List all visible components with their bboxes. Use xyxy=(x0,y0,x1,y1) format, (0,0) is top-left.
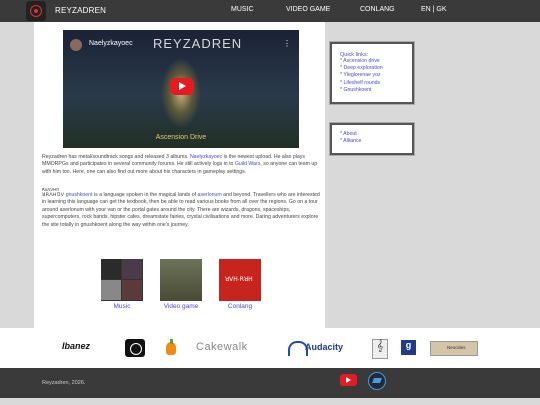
channel-name[interactable]: Naelyzkayoec xyxy=(89,40,133,47)
channel-avatar[interactable] xyxy=(70,39,82,51)
music-album-grid[interactable] xyxy=(101,259,143,301)
quick-link-gnushkoent[interactable]: * Gnushkoent xyxy=(340,87,383,94)
about-links-box: * About * Alliance xyxy=(329,122,415,156)
alliance-link[interactable]: * Alliance xyxy=(340,138,361,145)
album-cover-3 xyxy=(101,280,121,300)
quick-links-box: Quick links: * Ascension drive * Deep ex… xyxy=(329,41,415,105)
audacity-logo[interactable]: Audacity xyxy=(288,339,356,357)
conlang-label[interactable]: Conlang xyxy=(210,303,270,310)
nav-conlang[interactable]: CONLANG xyxy=(360,6,395,13)
nav-video-game[interactable]: VIDEO GAME xyxy=(286,6,330,13)
site-brand[interactable]: REYZADREN xyxy=(55,6,106,15)
quick-link-lifeshelf-rounds[interactable]: * Lifeshelf rounds xyxy=(340,80,383,87)
video-caption: Ascension Drive xyxy=(155,134,207,141)
album-cover-2 xyxy=(122,259,142,279)
gnushkoent-glyph: ꓤꓣꓥꓧꓨꓦ xyxy=(42,192,65,198)
cakewalk-logo[interactable]: Cakewalk xyxy=(196,341,272,359)
intro-paragraph: Reyzadren has metal/soundtrack songs and… xyxy=(42,154,320,176)
site-logo-icon[interactable] xyxy=(26,1,46,21)
about-link[interactable]: * About xyxy=(340,131,361,138)
audacity-wordmark: Audacity xyxy=(305,342,344,352)
shure-logo[interactable] xyxy=(125,339,145,357)
gnushkoent-paragraph: ꓤꓣꓥꓧꓨꓦ gnushkoent is a language spoken i… xyxy=(42,192,320,229)
gnushkoent-text: is a language spoken in the magical land… xyxy=(92,192,198,198)
play-button[interactable] xyxy=(170,78,194,95)
guild-wars-link[interactable]: Guild Wars xyxy=(235,161,260,167)
fl-studio-logo[interactable] xyxy=(164,339,178,357)
ibanez-logo[interactable]: Ibanez xyxy=(62,341,112,359)
conlang-thumb-glyph: ꓤꓦꓧ·ꓣꓤꓧ xyxy=(225,277,253,283)
naelyzkayoec-link[interactable]: Naelyzkayoec xyxy=(190,154,222,160)
nav-music[interactable]: MUSIC xyxy=(231,6,254,13)
neocities-badge[interactable]: Neocities xyxy=(430,341,478,356)
goodreads-logo[interactable]: g xyxy=(401,340,416,355)
quick-link-ascension-drive[interactable]: * Ascension drive xyxy=(340,58,383,65)
video-menu-icon[interactable]: ⋮ xyxy=(283,39,291,48)
video-title: REYZADREN xyxy=(153,36,243,51)
album-cover-4 xyxy=(122,280,142,300)
music-label[interactable]: Music xyxy=(92,303,152,310)
quick-link-yleglorenae-yoz[interactable]: * Yleglorenae yoz xyxy=(340,72,383,79)
aserlonum-link[interactable]: aserlonum xyxy=(198,192,222,198)
video-game-thumbnail[interactable] xyxy=(160,259,202,301)
youtube-embed[interactable]: Naelyzkayoec REYZADREN ⋮ Ascension Drive xyxy=(63,30,299,148)
bandcamp-icon[interactable] xyxy=(368,372,386,390)
video-game-label[interactable]: Video game xyxy=(151,303,211,310)
intro-text: Reyzadren has metal/soundtrack songs and… xyxy=(42,154,190,160)
footer: Reyzadren, 2026. xyxy=(0,368,540,398)
album-cover-1 xyxy=(101,259,121,279)
neocities-label: Neocities xyxy=(447,345,466,350)
youtube-icon[interactable] xyxy=(340,374,357,386)
copyright-text: Reyzadren, 2026. xyxy=(42,380,86,386)
quick-link-deep-exploration[interactable]: * Deep exploration xyxy=(340,65,383,72)
gnushkoent-link[interactable]: gnushkoent xyxy=(66,192,93,198)
fl-studio-leaf-icon xyxy=(170,339,173,344)
nav-language-switch[interactable]: EN | GK xyxy=(421,6,447,13)
musescore-logo[interactable]: 𝄞 xyxy=(372,339,388,359)
conlang-thumbnail[interactable]: ꓤꓦꓧ·ꓣꓤꓧ xyxy=(219,259,261,301)
top-navbar: REYZADREN MUSIC VIDEO GAME CONLANG EN | … xyxy=(0,0,540,22)
shure-logo-ring xyxy=(130,343,142,355)
